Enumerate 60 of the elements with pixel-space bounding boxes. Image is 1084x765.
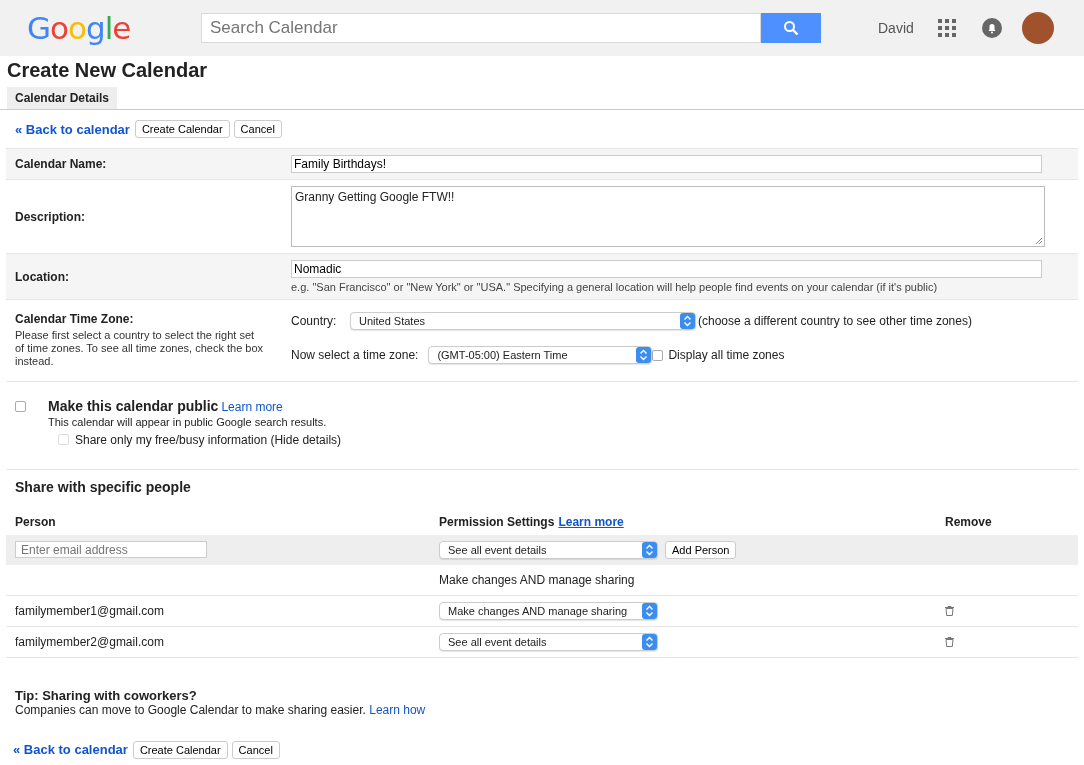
stepper-icon <box>642 541 657 558</box>
avatar[interactable] <box>1021 12 1054 44</box>
column-header: Permission Settings <box>439 514 555 529</box>
field-label: Country: <box>291 314 338 328</box>
permission-select[interactable]: Make changes AND manage sharing <box>439 601 658 620</box>
cancel-button[interactable]: Cancel <box>231 740 280 759</box>
learn-more-link[interactable]: Learn more <box>558 514 624 529</box>
back-link[interactable]: « Back to calendar <box>15 121 130 137</box>
trash-icon[interactable] <box>945 605 954 616</box>
back-link[interactable]: « Back to calendar <box>13 742 128 758</box>
field-label: Calendar Name: <box>15 157 107 171</box>
public-note: This calendar will appear in public Google search results. <box>48 415 328 428</box>
user-name[interactable]: David <box>878 20 914 36</box>
country-note: (choose a different country to see other time zones) <box>698 314 972 328</box>
checkbox-label: Make this calendar public <box>48 397 219 414</box>
add-person-button[interactable]: Add Person <box>665 540 737 559</box>
trash-icon[interactable] <box>945 636 954 647</box>
person-email: familymember2@gmail.com <box>15 634 164 649</box>
permission-text: Make changes AND manage sharing <box>439 572 635 587</box>
apps-grid-icon[interactable] <box>937 19 956 37</box>
learn-more-link[interactable]: Learn more <box>221 399 283 414</box>
field-label: Description: <box>15 209 85 224</box>
tab[interactable]: Calendar Details <box>7 87 118 109</box>
stepper-icon <box>680 313 695 329</box>
email-field[interactable]: Enter email address <box>15 541 207 559</box>
column-header: Remove <box>945 514 992 529</box>
text-field[interactable]: Family Birthdays! <box>291 155 1042 173</box>
search-button[interactable] <box>761 13 821 43</box>
field-label: Calendar Time Zone: <box>15 312 135 326</box>
person-email: familymember1@gmail.com <box>15 603 164 618</box>
location-hint: e.g. "San Francisco" or "New York" or "USA." Specifying a general location will help people find events on your calendar (if it's public) <box>291 281 939 293</box>
notifications-icon[interactable] <box>981 18 1002 38</box>
checkbox-label: Display all time zones <box>668 348 785 362</box>
country-select[interactable]: United States <box>350 312 696 330</box>
checkbox-label: Share only my free/busy information (Hide details) <box>75 432 342 447</box>
create-calendar-button[interactable]: Create Calendar <box>132 740 228 759</box>
tip-title: Tip: Sharing with coworkers? <box>15 687 198 703</box>
resize-grip-icon[interactable] <box>1035 237 1043 245</box>
section-title: Share with specific people <box>14 478 192 495</box>
page-title: Create New Calendar <box>7 59 209 82</box>
search-icon <box>783 20 799 36</box>
learn-how-link[interactable]: Learn how <box>369 702 426 717</box>
tip-text: Companies can move to Google Calendar to make sharing easier. Learn how <box>15 702 427 717</box>
stepper-icon <box>642 633 657 650</box>
stepper-icon <box>636 347 652 363</box>
time-zone-select[interactable]: (GMT-05:00) Eastern Time <box>428 346 653 364</box>
text-field[interactable]: Nomadic <box>291 260 1042 278</box>
help-text: Please first select a country to select the right set of time zones. To see all time zones, check the box instead. <box>15 329 265 369</box>
column-header: Person <box>15 514 56 529</box>
cancel-button[interactable]: Cancel <box>233 120 282 138</box>
stepper-icon <box>642 602 657 619</box>
description-field[interactable]: Granny Getting Google FTW!! <box>291 186 1045 247</box>
checkbox[interactable] <box>652 349 664 361</box>
permission-select[interactable]: See all event details <box>439 632 658 651</box>
permission-select[interactable]: See all event details <box>439 540 658 559</box>
checkbox[interactable] <box>15 400 26 412</box>
create-calendar-button[interactable]: Create Calendar <box>134 120 230 138</box>
search-field[interactable]: Search Calendar <box>201 13 761 43</box>
field-label: Location: <box>15 269 69 284</box>
field-label: Now select a time zone: <box>291 348 419 362</box>
